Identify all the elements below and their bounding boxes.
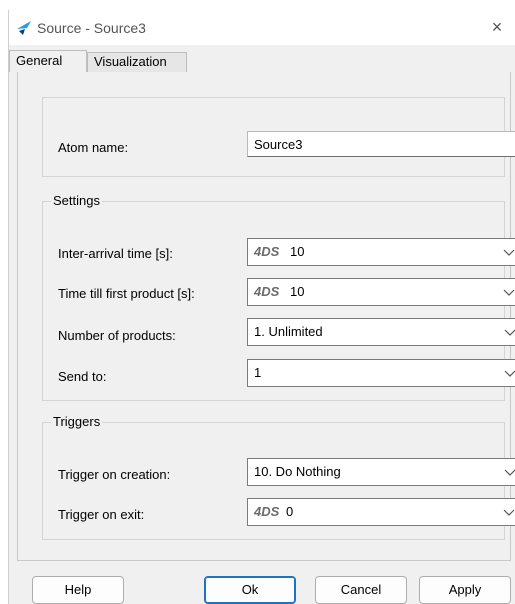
4ds-badge: 4DS (254, 244, 280, 259)
inter-arrival-value: 10 (290, 244, 305, 259)
4ds-badge: 4DS (254, 504, 280, 519)
first-product-label: Time till first product [s]: (58, 286, 195, 301)
num-products-label: Number of products: (58, 328, 176, 343)
settings-group-title: Settings (51, 193, 102, 208)
atom-name-input[interactable]: Source3 (247, 131, 515, 157)
send-to-value: 1 (254, 365, 262, 380)
close-icon[interactable]: × (486, 16, 508, 38)
triggers-group: Triggers Trigger on creation: 10. Do Not… (42, 414, 515, 540)
chevron-down-icon[interactable] (503, 465, 515, 479)
chevron-down-icon[interactable] (502, 285, 515, 299)
chevron-down-icon[interactable] (503, 366, 515, 380)
title-bar: Source - Source3 × (9, 10, 515, 45)
trigger-creation-label: Trigger on creation: (58, 467, 171, 482)
num-products-select[interactable]: 1. Unlimited (247, 318, 515, 346)
tab-general[interactable]: General (9, 50, 87, 72)
cancel-button[interactable]: Cancel (315, 576, 407, 604)
inter-arrival-field[interactable]: 4DS 10 (247, 238, 515, 266)
triggers-group-title: Triggers (51, 414, 103, 429)
trigger-creation-value: 10. Do Nothing (254, 464, 341, 479)
window-title: Source - Source3 (37, 20, 146, 36)
chevron-down-icon[interactable] (503, 325, 515, 339)
help-button[interactable]: Help (32, 576, 124, 604)
num-products-value: 1. Unlimited (254, 324, 323, 339)
settings-group: Settings Inter-arrival time [s]: 4DS 10 … (42, 193, 515, 401)
apply-button[interactable]: Apply (419, 576, 511, 604)
first-product-value: 10 (290, 284, 305, 299)
send-to-select[interactable]: 1 (247, 359, 515, 387)
trigger-exit-value: 0 (286, 504, 294, 519)
chevron-down-icon[interactable] (502, 505, 515, 519)
trigger-exit-label: Trigger on exit: (58, 507, 145, 522)
general-tab-panel: Atom name: Source3 Settings Inter-arriva… (17, 72, 515, 561)
atom-name-value: Source3 (254, 137, 303, 152)
inter-arrival-label: Inter-arrival time [s]: (58, 246, 173, 261)
atom-name-label: Atom name: (58, 140, 129, 155)
dialog-window: Source - Source3 × General Visualization… (8, 10, 515, 604)
4ds-badge: 4DS (254, 284, 280, 299)
chevron-down-icon[interactable] (502, 245, 515, 259)
atom-name-group: Atom name: Source3 (42, 97, 515, 177)
first-product-field[interactable]: 4DS 10 (247, 278, 515, 306)
app-logo-icon (17, 21, 31, 35)
trigger-creation-select[interactable]: 10. Do Nothing (247, 458, 515, 486)
tab-visualization[interactable]: Visualization (87, 52, 187, 72)
send-to-label: Send to: (58, 369, 107, 384)
trigger-exit-field[interactable]: 4DS 0 (247, 498, 515, 526)
ok-button[interactable]: Ok (204, 576, 296, 604)
